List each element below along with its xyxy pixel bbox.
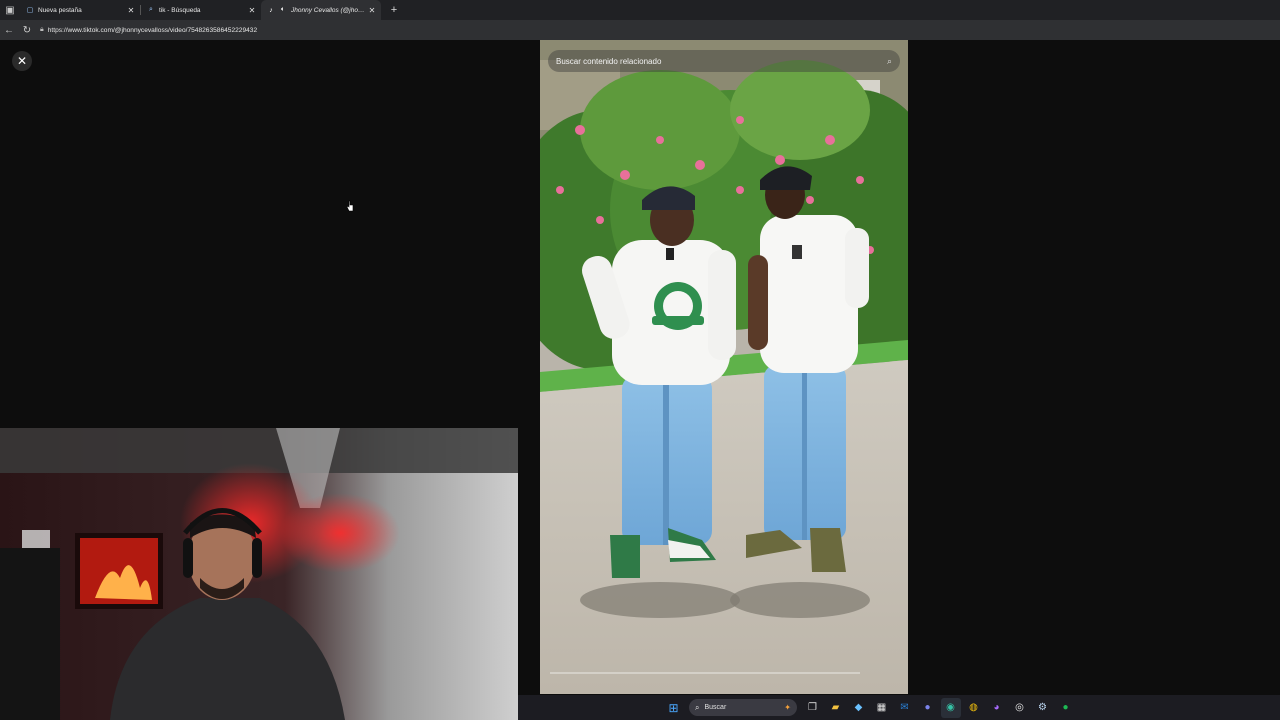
hand-cursor-icon xyxy=(346,200,354,212)
obs-icon[interactable]: ◎ xyxy=(1010,698,1030,718)
page-icon: ▢ xyxy=(26,7,34,14)
spotify-icon[interactable]: ● xyxy=(1056,698,1076,718)
new-tab-button[interactable]: + xyxy=(385,4,403,16)
edge-icon[interactable]: ◉ xyxy=(940,697,961,718)
url-field[interactable]: 🔒︎ https://www.tiktok.com/@jhonnycevallo… xyxy=(36,22,1274,38)
browser-window: ▣ ▢ Nueva pestaña ✕ ⌕ tik - Búsqueda ✕ ♪… xyxy=(0,0,1280,720)
tab-label: tik - Búsqueda xyxy=(159,6,201,14)
chrome-icon[interactable]: ◍ xyxy=(964,698,984,718)
outlook-icon[interactable]: ✉ xyxy=(895,698,915,718)
messenger-icon[interactable]: ◕ xyxy=(987,698,1007,718)
webcam-feed xyxy=(0,428,518,720)
search-icon: ⌕ xyxy=(149,6,153,13)
tab-tiktok[interactable]: ♪ 🔈︎ Jhonny Cevallos (@jhonnyce... ✕ xyxy=(261,0,381,20)
close-tab-icon[interactable]: ✕ xyxy=(247,6,257,15)
tab-actions-icon[interactable]: ▣ xyxy=(0,0,20,20)
tab-busqueda[interactable]: ⌕ tik - Búsqueda ✕ xyxy=(141,0,261,20)
tab-nueva-pestana[interactable]: ▢ Nueva pestaña ✕ xyxy=(20,0,140,20)
lock-icon: 🔒︎ xyxy=(40,26,44,33)
calendar-icon[interactable]: ▦ xyxy=(872,698,892,718)
video-frame xyxy=(540,40,908,694)
tab-label: Nueva pestaña xyxy=(38,6,82,14)
close-tab-icon[interactable]: ✕ xyxy=(126,6,136,15)
speaker-icon[interactable]: 🔈︎ xyxy=(279,6,287,14)
related-search-bar[interactable]: Buscar contenido relacionado ⌕ xyxy=(548,50,900,72)
search-icon[interactable]: ⌕ xyxy=(887,56,892,67)
related-search-placeholder: Buscar contenido relacionado xyxy=(556,56,662,66)
url-text: https://www.tiktok.com/@jhonnycevalloss/… xyxy=(47,26,258,34)
taskbar-search-label: Buscar xyxy=(704,704,727,711)
tab-bar: ▣ ▢ Nueva pestaña ✕ ⌕ tik - Búsqueda ✕ ♪… xyxy=(0,0,1280,20)
reload-icon[interactable]: ↻ xyxy=(18,21,36,39)
tiktok-icon: ♪ xyxy=(269,6,273,14)
taskbar-search[interactable]: ⌕ Buscar ✦ xyxy=(689,699,797,716)
tab-label: Jhonny Cevallos (@jhonnyce... xyxy=(291,6,367,14)
close-icon[interactable]: ✕ xyxy=(12,51,32,71)
close-tab-icon[interactable]: ✕ xyxy=(367,6,377,15)
address-bar: ← ↻ 🔒︎ https://www.tiktok.com/@jhonnycev… xyxy=(0,20,1280,40)
video-progress-bar[interactable] xyxy=(550,672,860,674)
task-view-icon[interactable]: ❐ xyxy=(803,698,823,718)
search-highlight-icon: ✦ xyxy=(784,703,791,712)
webcam-overlay xyxy=(0,428,518,720)
steam-icon[interactable]: ⚙ xyxy=(1033,698,1053,718)
search-icon: ⌕ xyxy=(695,702,700,712)
windows-taskbar: ⊞ ⌕ Buscar ✦ ❐ ▰ ◆ ▦ ✉ ● ◉ ◍ ◕ ◎ ⚙ ● xyxy=(518,695,1280,720)
video-player[interactable]: Buscar contenido relacionado ⌕ xyxy=(540,40,908,694)
windows-start-icon[interactable]: ⊞ xyxy=(664,698,684,718)
file-explorer-icon[interactable]: ▰ xyxy=(826,698,846,718)
copilot-icon[interactable]: ◆ xyxy=(849,698,869,718)
teams-icon[interactable]: ● xyxy=(918,698,938,718)
back-arrow-icon[interactable]: ← xyxy=(0,21,18,39)
